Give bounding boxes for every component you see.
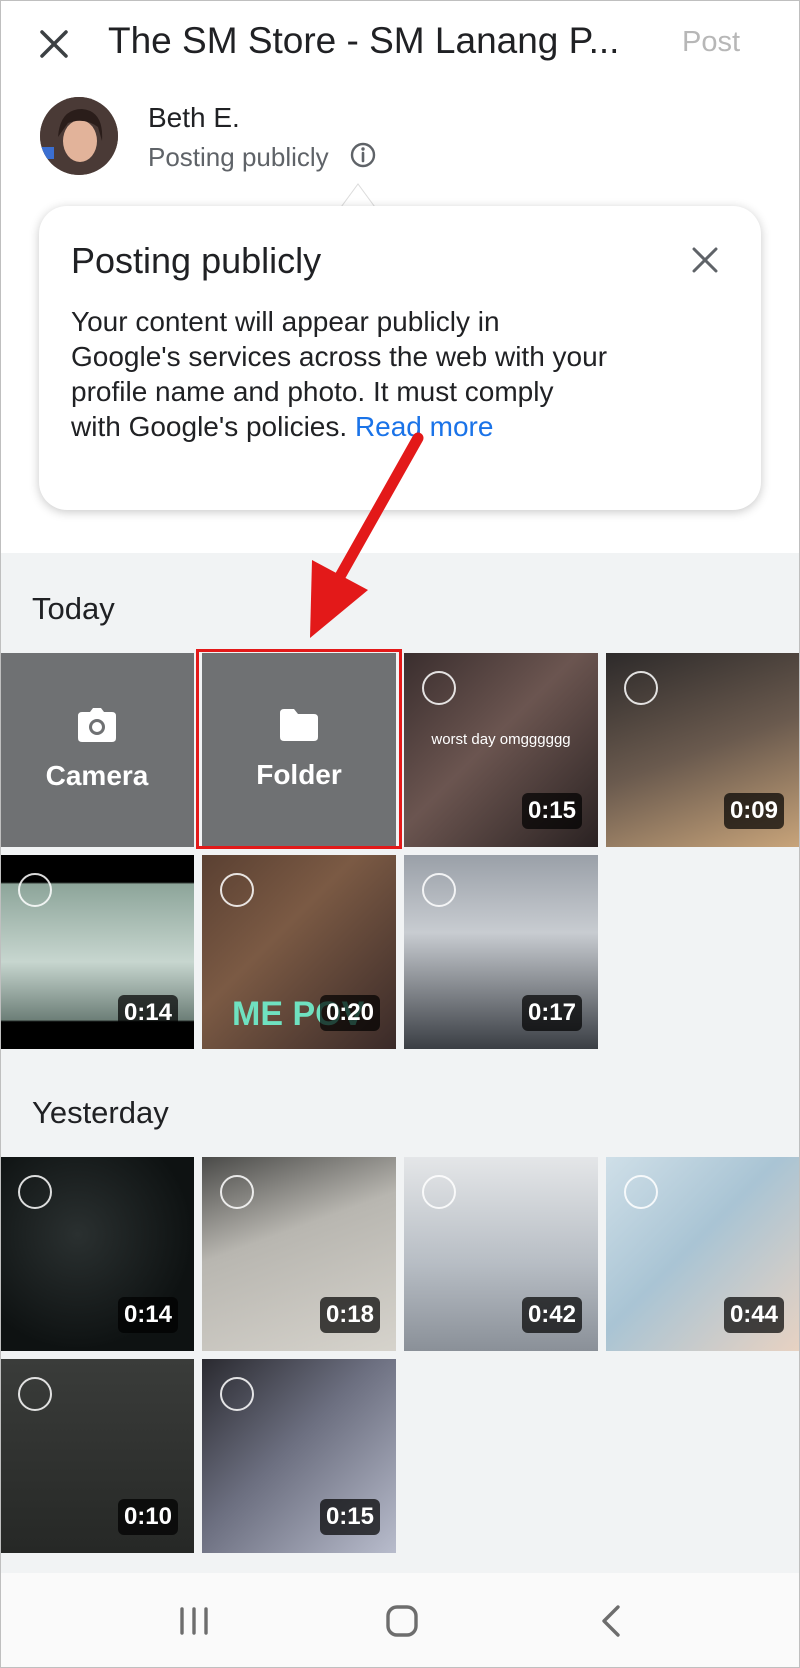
- red-arrow-annotation: [310, 432, 424, 638]
- top-app-bar: The SM Store - SM Lanang P... Post: [0, 0, 800, 88]
- video-thumbnail[interactable]: 0:10: [0, 1359, 194, 1553]
- video-duration: 0:17: [521, 995, 582, 1031]
- video-duration: 0:15: [521, 793, 582, 829]
- video-duration: 0:14: [117, 995, 178, 1031]
- posting-visibility: Posting publicly: [148, 142, 329, 172]
- select-circle[interactable]: [624, 671, 658, 705]
- system-navigation-bar: [0, 1573, 800, 1668]
- video-duration: 0:42: [521, 1297, 582, 1333]
- video-thumbnail[interactable]: 0:09: [606, 653, 800, 847]
- section-today: Today: [32, 591, 115, 626]
- select-circle[interactable]: [18, 1377, 52, 1411]
- video-thumbnail[interactable]: 0:44: [606, 1157, 800, 1351]
- select-circle[interactable]: [422, 873, 456, 907]
- video-duration: 0:44: [723, 1297, 784, 1333]
- avatar: [40, 97, 118, 175]
- video-thumbnail[interactable]: worst day omgggggg 0:15: [404, 653, 598, 847]
- select-circle[interactable]: [220, 1175, 254, 1209]
- select-circle[interactable]: [422, 671, 456, 705]
- video-thumbnail[interactable]: 0:14: [0, 855, 194, 1049]
- tooltip-title: Posting publicly: [71, 240, 322, 281]
- tooltip-body: Your content will appear publicly in Goo…: [71, 304, 611, 444]
- video-thumbnail[interactable]: 0:15: [202, 1359, 396, 1553]
- page-title: The SM Store - SM Lanang P...: [108, 20, 620, 61]
- video-duration: 0:10: [117, 1499, 178, 1535]
- select-circle[interactable]: [422, 1175, 456, 1209]
- video-thumbnail[interactable]: 0:18: [202, 1157, 396, 1351]
- video-thumbnail[interactable]: 0:14: [0, 1157, 194, 1351]
- home-icon[interactable]: [382, 1601, 422, 1641]
- video-duration: 0:20: [319, 995, 380, 1031]
- video-duration: 0:09: [723, 793, 784, 829]
- folder-highlight-box: [196, 649, 402, 849]
- profile-name: Beth E.: [148, 102, 240, 133]
- select-circle[interactable]: [18, 1175, 52, 1209]
- camera-tile[interactable]: Camera: [0, 653, 194, 847]
- info-icon[interactable]: [349, 141, 377, 169]
- back-icon[interactable]: [592, 1601, 632, 1641]
- video-duration: 0:15: [319, 1499, 380, 1535]
- close-icon[interactable]: [32, 22, 76, 66]
- select-circle[interactable]: [220, 873, 254, 907]
- select-circle[interactable]: [220, 1377, 254, 1411]
- camera-icon: [78, 708, 116, 742]
- post-button[interactable]: Post: [682, 26, 740, 59]
- video-duration: 0:14: [117, 1297, 178, 1333]
- video-caption: worst day omgggggg: [431, 731, 571, 748]
- video-duration: 0:18: [319, 1297, 380, 1333]
- select-circle[interactable]: [18, 873, 52, 907]
- section-yesterday: Yesterday: [32, 1095, 169, 1130]
- tooltip-body-text: Your content will appear publicly in Goo…: [71, 306, 608, 442]
- video-thumbnail[interactable]: 0:17: [404, 855, 598, 1049]
- select-circle[interactable]: [624, 1175, 658, 1209]
- video-thumbnail[interactable]: 0:42: [404, 1157, 598, 1351]
- recent-apps-icon[interactable]: [174, 1601, 214, 1641]
- video-thumbnail[interactable]: ME POV 0:20: [202, 855, 396, 1049]
- close-icon[interactable]: [687, 242, 723, 278]
- camera-label: Camera: [45, 760, 149, 791]
